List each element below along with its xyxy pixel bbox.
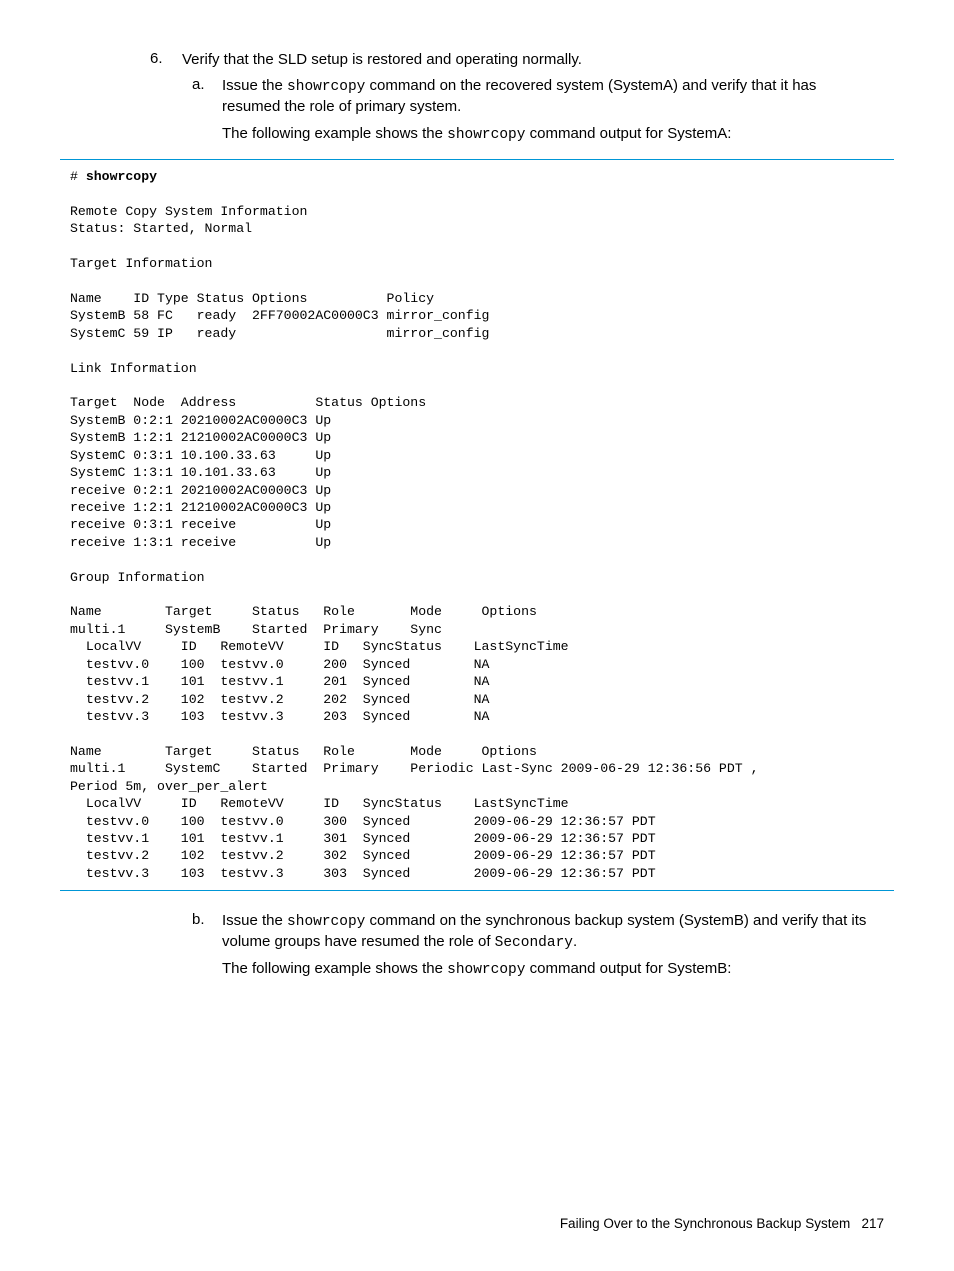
- footer-page: 217: [861, 1216, 884, 1231]
- code-pre: # showrcopy Remote Copy System Informati…: [70, 168, 894, 882]
- step-6b: b. Issue the showrcopy command on the sy…: [192, 911, 894, 980]
- step-6a-text-pre: Issue the: [222, 77, 287, 94]
- step-6a-line2-pre: The following example shows the: [222, 125, 447, 142]
- step-6a-cmd2: showrcopy: [447, 127, 525, 143]
- step-6a-number: a.: [192, 76, 222, 145]
- step-6b-cmd2: showrcopy: [447, 962, 525, 978]
- code-body: Remote Copy System Information Status: S…: [70, 204, 759, 881]
- step-6b-line2-pre: The following example shows the: [222, 960, 447, 977]
- step-6b-body: Issue the showrcopy command on the synch…: [222, 911, 894, 980]
- step-6a-body: Issue the showrcopy command on the recov…: [222, 76, 894, 145]
- step-6b-text-pre: Issue the: [222, 912, 287, 929]
- prompt: #: [70, 169, 86, 184]
- step-6a-cmd: showrcopy: [287, 79, 365, 95]
- step-6a: a. Issue the showrcopy command on the re…: [192, 76, 894, 145]
- step-6a-line2-post: command output for SystemA:: [525, 125, 731, 142]
- step-6b-end: .: [573, 933, 577, 950]
- footer-text: Failing Over to the Synchronous Backup S…: [560, 1216, 850, 1231]
- step-6-body: Verify that the SLD setup is restored an…: [182, 50, 582, 70]
- page-container: 6. Verify that the SLD setup is restored…: [0, 0, 954, 1271]
- prompt-cmd: showrcopy: [86, 169, 157, 184]
- step-6b-role: Secondary: [495, 935, 573, 951]
- step-6b-cmd: showrcopy: [287, 914, 365, 930]
- page-footer: Failing Over to the Synchronous Backup S…: [560, 1216, 884, 1231]
- step-6: 6. Verify that the SLD setup is restored…: [150, 50, 894, 70]
- step-6-number: 6.: [150, 50, 182, 70]
- step-6b-number: b.: [192, 911, 222, 980]
- step-6b-line2-post: command output for SystemB:: [525, 960, 731, 977]
- code-output-systema: # showrcopy Remote Copy System Informati…: [60, 159, 894, 891]
